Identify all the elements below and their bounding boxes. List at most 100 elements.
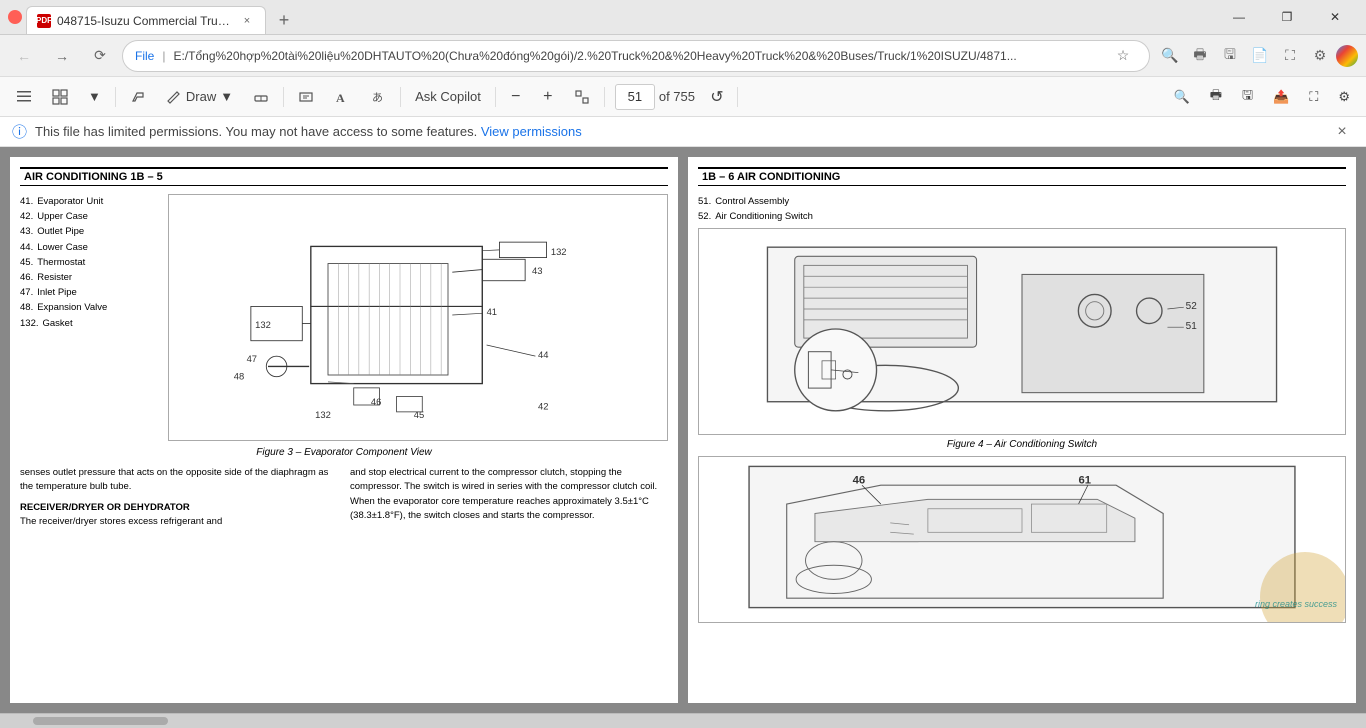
sidebar-toggle-button[interactable] xyxy=(8,82,40,112)
fullscreen-button[interactable]: ⛶ xyxy=(1276,42,1304,70)
svg-text:A: A xyxy=(336,91,345,105)
part-label-45: Thermostat xyxy=(37,255,85,270)
part-num-43: 43. xyxy=(20,224,33,239)
fit-page-button[interactable] xyxy=(566,83,598,111)
svg-text:41: 41 xyxy=(487,306,497,317)
pdf-search-button[interactable]: 🔍 xyxy=(1166,82,1198,112)
page-of-label: of 755 xyxy=(659,89,695,104)
thumbnail-view-button[interactable] xyxy=(44,82,76,112)
active-tab[interactable]: PDF 048715-Isuzu Commercial Truck F × xyxy=(26,6,266,34)
svg-text:51: 51 xyxy=(1186,321,1198,332)
pdf-save-button[interactable]: 🖫 xyxy=(1234,82,1261,112)
svg-text:132: 132 xyxy=(315,409,331,420)
ask-copilot-button[interactable]: Ask Copilot xyxy=(407,82,489,112)
svg-text:47: 47 xyxy=(247,353,257,364)
ask-copilot-label: Ask Copilot xyxy=(415,89,481,104)
part-label-132: Gasket xyxy=(43,316,73,331)
settings-button[interactable]: ⚙ xyxy=(1306,42,1334,70)
address-input[interactable]: File | E:/Tổng%20hợp%20tài%20liệu%20DHTA… xyxy=(122,40,1150,72)
address-protocol: File xyxy=(135,49,154,63)
new-tab-button[interactable]: + xyxy=(270,6,298,34)
svg-text:46: 46 xyxy=(853,475,866,487)
pdf-print-button[interactable]: 🖶 xyxy=(1202,82,1230,112)
tab-label: 048715-Isuzu Commercial Truck F xyxy=(57,14,233,28)
draw-button[interactable]: Draw ▼ xyxy=(158,82,241,112)
svg-text:42: 42 xyxy=(538,400,548,411)
address-bar: ← → ⟳ File | E:/Tổng%20hợp%20tài%20liệu%… xyxy=(0,35,1366,77)
zoom-in-button[interactable]: + xyxy=(534,83,562,111)
right-part-label-52: Air Conditioning Switch xyxy=(715,209,813,224)
save-button[interactable]: 🖫 xyxy=(1216,42,1244,70)
toolbar-divider-4 xyxy=(495,87,496,107)
svg-text:132: 132 xyxy=(255,319,271,330)
address-icons: ☆ xyxy=(1109,42,1137,70)
notification-icon: ⓘ xyxy=(12,121,27,142)
tab-close-button[interactable]: × xyxy=(239,13,255,29)
close-button[interactable]: ✕ xyxy=(1312,0,1358,35)
toolbar-divider-3 xyxy=(400,87,401,107)
draw-dropdown[interactable]: ▼ xyxy=(220,89,233,104)
part-num-41: 41. xyxy=(20,194,33,209)
pdf-fullscreen-button[interactable]: ⛶ xyxy=(1301,82,1326,112)
body-text-area: senses outlet pressure that acts on the … xyxy=(20,466,668,529)
view-permissions-link[interactable]: View permissions xyxy=(481,124,582,139)
minimize-button[interactable]: — xyxy=(1216,0,1262,35)
rotate-left-button[interactable]: ↺ xyxy=(703,83,731,111)
eraser-button[interactable] xyxy=(245,82,277,112)
left-page-header: AIR CONDITIONING 1B – 5 xyxy=(20,167,668,186)
browser-toolbar-right: 🔍 🖶 🖫 📄 ⛶ ⚙ xyxy=(1156,42,1358,70)
pdf-share-button[interactable]: 📤 xyxy=(1265,82,1297,112)
part-label-47: Inlet Pipe xyxy=(37,285,77,300)
part-num-44: 44. xyxy=(20,240,33,255)
text-format-button[interactable]: A xyxy=(326,82,358,112)
pdf-settings-button[interactable]: ⚙ xyxy=(1330,82,1358,112)
part-num-45: 45. xyxy=(20,255,33,270)
draw-label: Draw xyxy=(186,89,216,104)
control-svg: 52 51 xyxy=(699,229,1345,429)
address-separator: | xyxy=(162,49,165,63)
scrollbar-track xyxy=(6,717,1360,725)
reload-button[interactable]: ⟳ xyxy=(84,40,116,72)
part-num-42: 42. xyxy=(20,209,33,224)
toolbar-divider-2 xyxy=(283,87,284,107)
profile-avatar[interactable] xyxy=(1336,45,1358,67)
macos-close-dot[interactable] xyxy=(8,10,22,24)
svg-text:44: 44 xyxy=(538,349,548,360)
notification-text: This file has limited permissions. You m… xyxy=(35,124,1322,139)
handwriting-button[interactable]: あ xyxy=(362,82,394,112)
page-navigation: of 755 xyxy=(615,84,695,110)
right-part-label-51: Control Assembly xyxy=(715,194,789,209)
section-title-receiver: RECEIVER/DRYER OR DEHYDRATOR xyxy=(20,501,338,515)
scrollbar-thumb[interactable] xyxy=(33,717,168,725)
part-label-41: Evaporator Unit xyxy=(37,194,103,209)
part-num-132: 132. xyxy=(20,316,39,331)
part-num-46: 46. xyxy=(20,270,33,285)
evaporator-diagram: 41 43 47 132 xyxy=(168,194,668,441)
horizontal-scrollbar[interactable] xyxy=(0,713,1366,728)
svg-text:あ: あ xyxy=(372,91,383,104)
parts-list-left: 41. Evaporator Unit 42. Upper Case 43. O… xyxy=(20,194,160,441)
highlight-tool-button[interactable] xyxy=(122,82,154,112)
figure4-caption: Figure 4 – Air Conditioning Switch xyxy=(698,439,1346,450)
part-label-42: Upper Case xyxy=(37,209,88,224)
maximize-button[interactable]: ❐ xyxy=(1264,0,1310,35)
svg-text:52: 52 xyxy=(1186,301,1198,312)
print-button[interactable]: 🖶 xyxy=(1186,42,1214,70)
zoom-out-button[interactable]: − xyxy=(502,83,530,111)
part-label-48: Expansion Valve xyxy=(37,300,107,315)
dropdown-button[interactable]: ▼ xyxy=(80,82,109,112)
forward-button[interactable]: → xyxy=(46,40,78,72)
browser-search-button[interactable]: 🔍 xyxy=(1156,42,1184,70)
part-num-47: 47. xyxy=(20,285,33,300)
part-label-46: Resister xyxy=(37,270,72,285)
part-label-44: Lower Case xyxy=(37,240,88,255)
svg-text:ring creates success: ring creates success xyxy=(1255,599,1338,609)
left-header-text: AIR CONDITIONING 1B – 5 xyxy=(24,171,163,183)
bookmark-button[interactable]: ☆ xyxy=(1109,42,1137,70)
body-col2-text: and stop electrical current to the compr… xyxy=(350,466,668,523)
text-box-button[interactable] xyxy=(290,82,322,112)
pdf-right-page: 1B – 6 AIR CONDITIONING 51. Control Asse… xyxy=(688,157,1356,703)
notification-close-button[interactable]: × xyxy=(1330,120,1354,144)
page-number-input[interactable] xyxy=(615,84,655,110)
pdf-tools-button[interactable]: 📄 xyxy=(1246,42,1274,70)
